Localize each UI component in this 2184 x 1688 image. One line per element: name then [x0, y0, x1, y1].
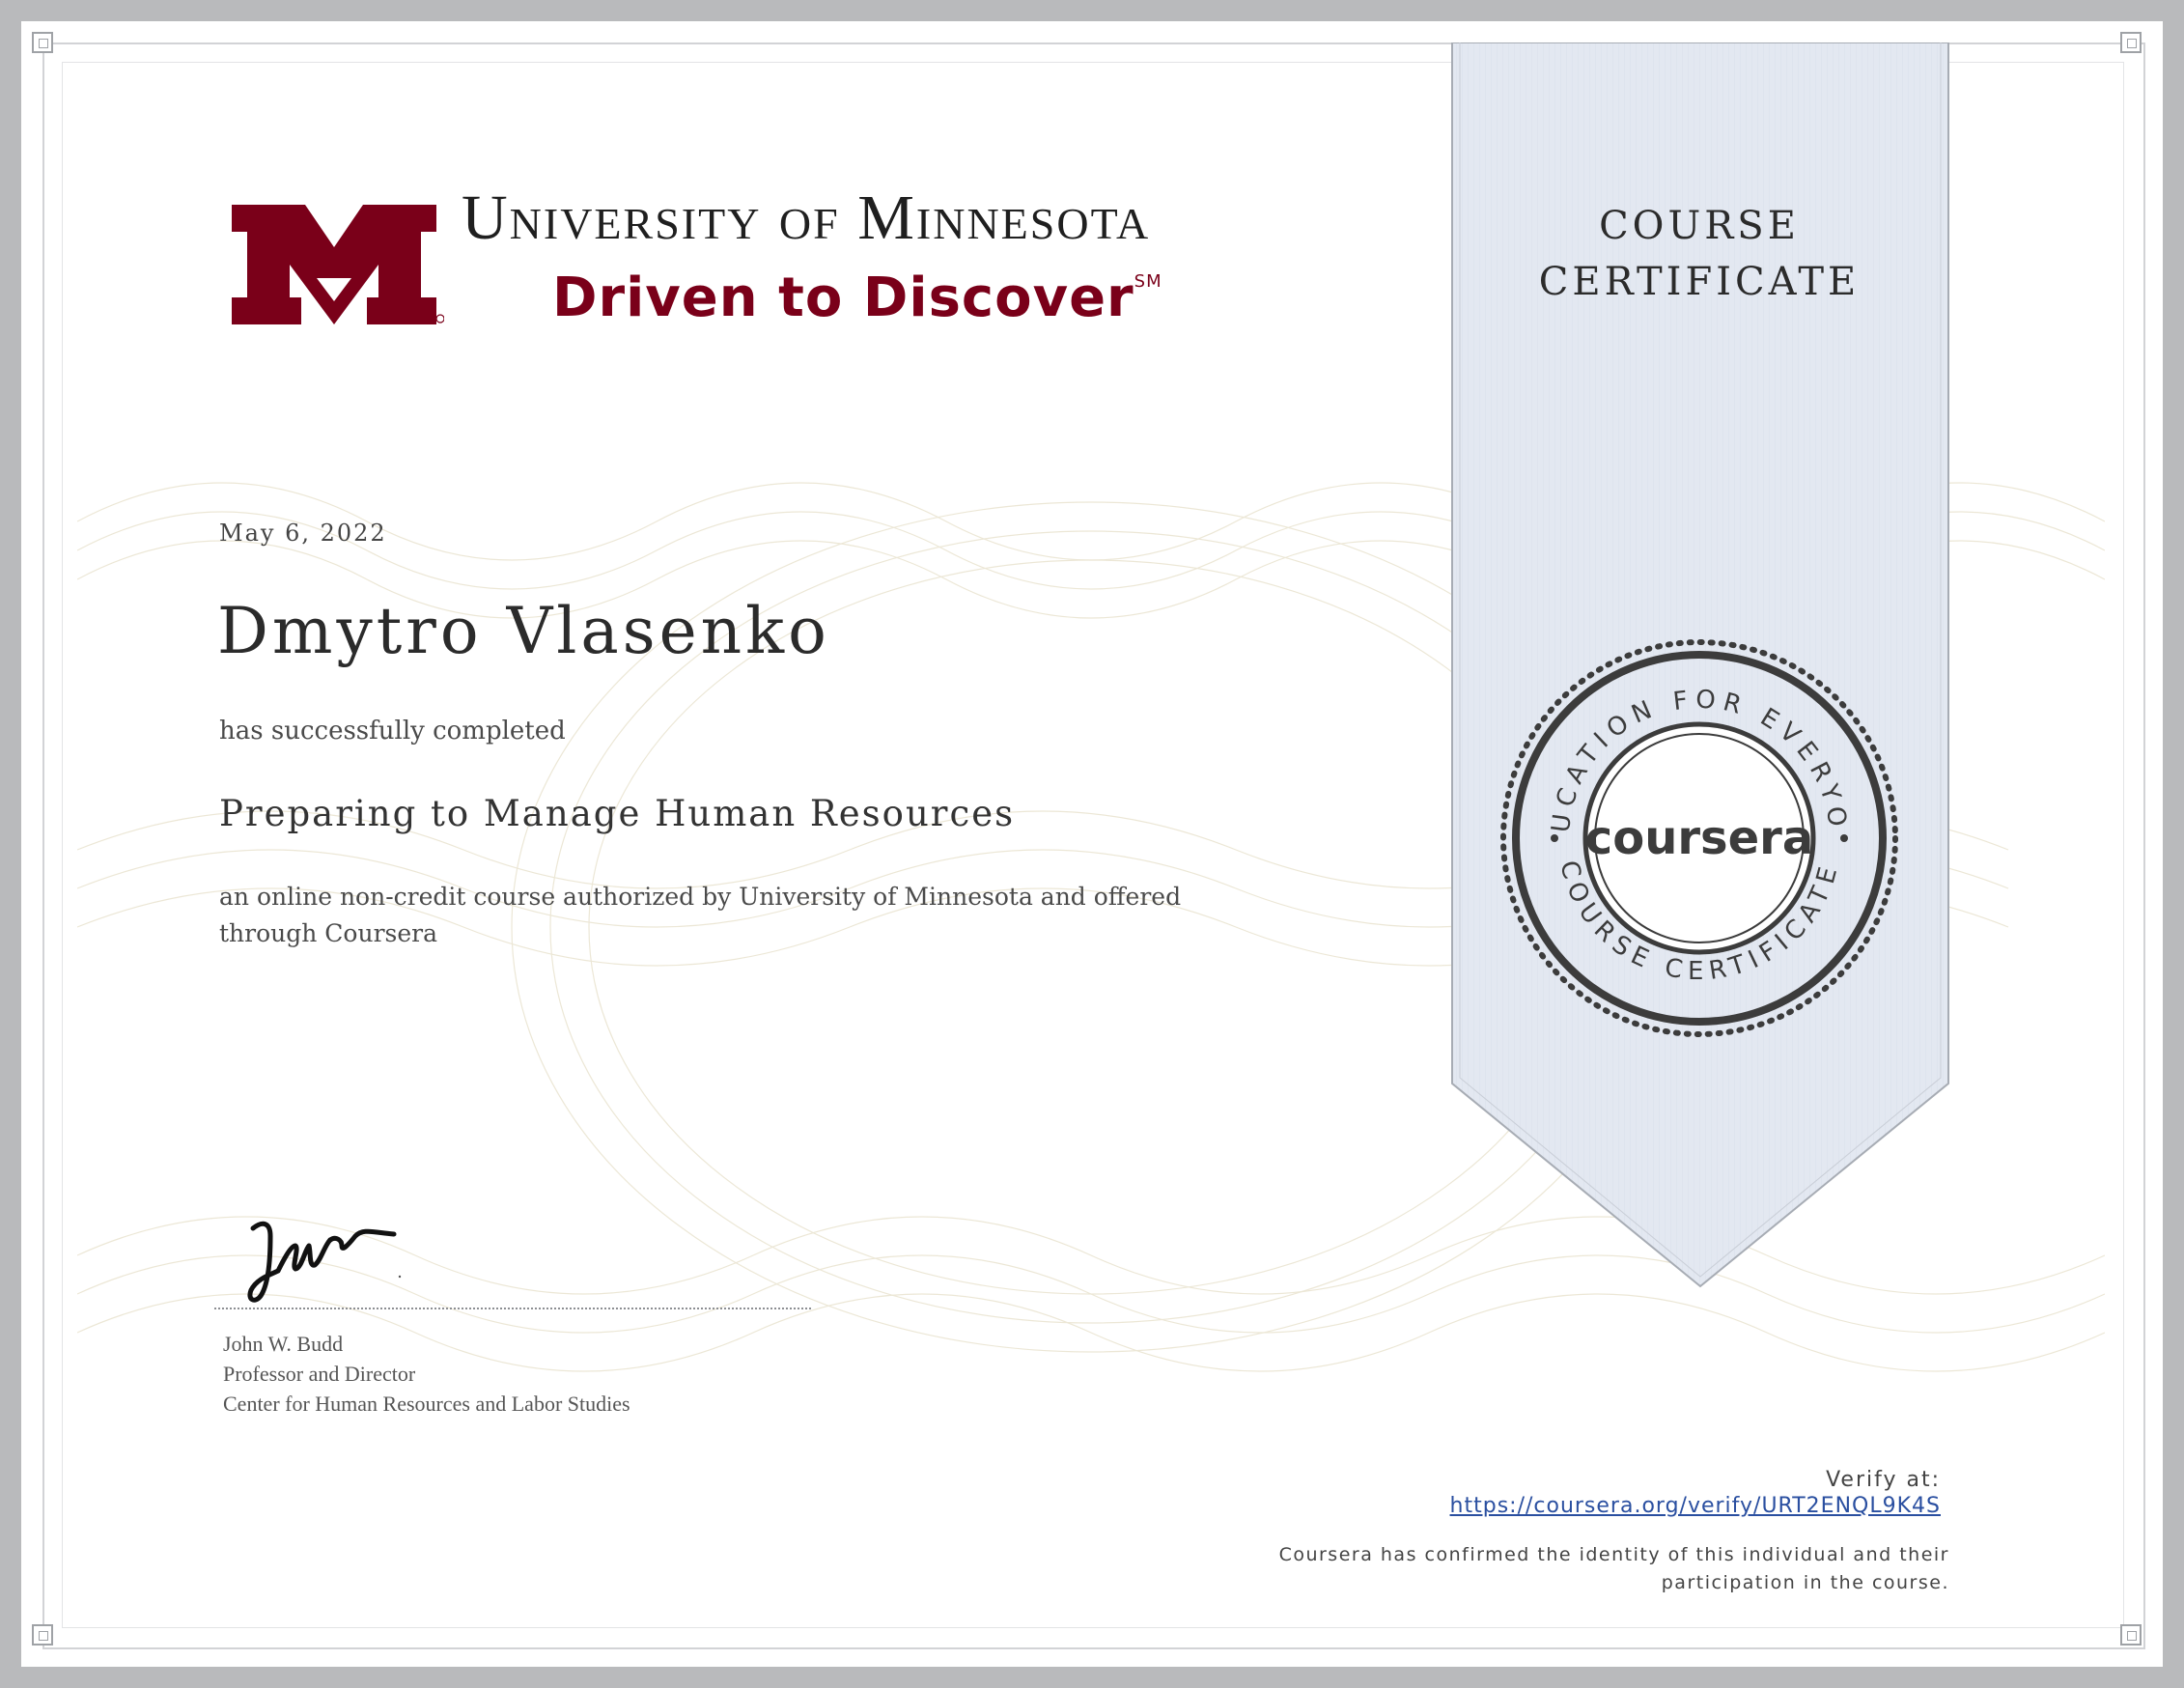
signer-name: John W. Budd	[223, 1332, 344, 1356]
course-title: Preparing to Manage Human Resources	[219, 793, 1016, 834]
verify-block: Verify at: https://coursera.org/verify/U…	[1450, 1468, 1941, 1518]
corner-ornament-bottom-left	[32, 1624, 53, 1646]
course-description: an online non-credit course authorized b…	[219, 883, 1182, 947]
corner-ornament-top-right	[2120, 32, 2142, 53]
ribbon-title-line2: CERTIFICATE	[1538, 260, 1861, 304]
verify-link[interactable]: https://coursera.org/verify/URT2ENQL9K4S	[1450, 1494, 1941, 1518]
signature-line	[214, 1308, 811, 1309]
signer-block: John W. Budd Professor and Director Cent…	[223, 1329, 630, 1419]
signer-department: Center for Human Resources and Labor Stu…	[223, 1392, 630, 1416]
recipient-name: Dmytro Vlasenko	[217, 594, 830, 668]
university-m-logo-icon	[232, 205, 444, 324]
corner-ornament-top-left	[32, 32, 53, 53]
verify-label: Verify at:	[1826, 1468, 1941, 1492]
signer-title: Professor and Director	[223, 1362, 416, 1386]
seal-center-text: coursera	[1585, 811, 1813, 865]
handwritten-signature-icon	[247, 1221, 402, 1303]
tagline-text: Driven to Discover	[552, 267, 1134, 329]
coursera-seal: EDUCATION FOR EVERYONE COURSE CERTIFICAT…	[1495, 633, 1898, 1037]
corner-ornament-bottom-right	[2120, 1624, 2142, 1646]
ribbon-title-line1: COURSE	[1599, 204, 1800, 248]
service-mark: SM	[1134, 271, 1162, 292]
ribbon-title: COURSE CERTIFICATE	[1450, 198, 1948, 310]
completion-date: May 6, 2022	[219, 520, 387, 547]
university-tagline: Driven to DiscoverSM	[552, 267, 1162, 329]
university-name: University of Minnesota	[462, 183, 1151, 253]
completed-statement: has successfully completed	[219, 717, 566, 746]
identity-confirmation: Coursera has confirmed the identity of t…	[1278, 1544, 1949, 1593]
